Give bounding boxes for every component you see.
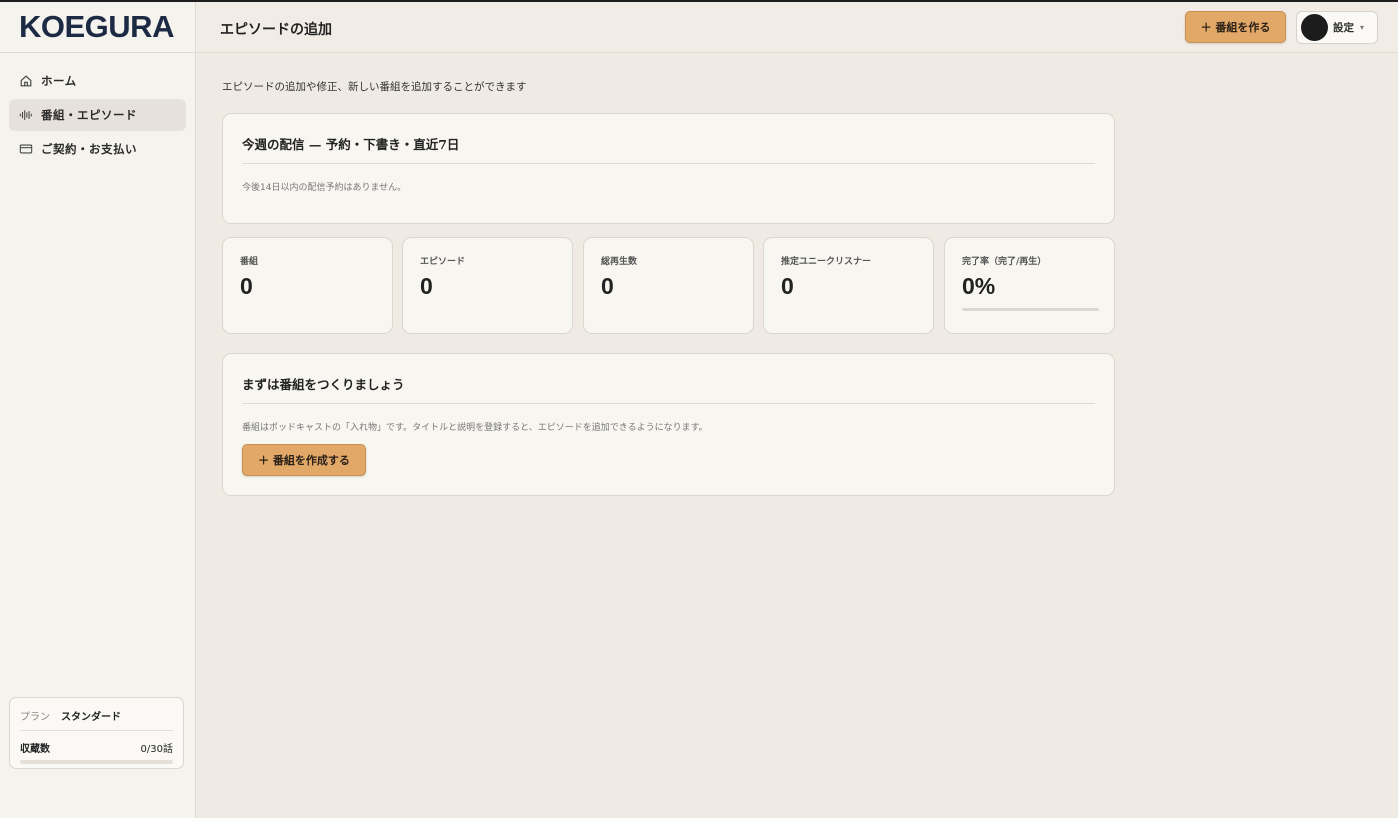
plan-card: プラン スタンダード 収蔵数 0/30話 [9, 697, 184, 769]
waveform-icon [19, 110, 32, 120]
storage-row: 収蔵数 0/30話 [20, 740, 173, 755]
getting-started-title: まずは番組をつくりましょう [242, 354, 1095, 404]
create-program-cta-button[interactable]: ＋ 番組を作成する [242, 444, 366, 476]
settings-label: 設定 [1333, 22, 1354, 34]
plan-row: プラン スタンダード [20, 708, 173, 731]
logo[interactable]: KOEGURA [19, 9, 174, 45]
stat-card-programs: 番組 0 [222, 237, 393, 334]
storage-progress-bar [20, 760, 173, 764]
stat-value: 0 [601, 273, 614, 299]
settings-menu-button[interactable]: 設定 ▾ [1296, 11, 1378, 44]
sidebar-item-label: ホーム [41, 74, 77, 88]
credit-card-icon [19, 144, 33, 154]
weekly-schedule-empty-note: 今後14日以内の配信予約はありません。 [242, 183, 407, 193]
stat-label: 完了率（完了/再生） [962, 257, 1047, 267]
chevron-down-icon: ▾ [1360, 23, 1365, 32]
stat-card-unique-listeners: 推定ユニークリスナー 0 [763, 237, 934, 334]
avatar [1301, 14, 1328, 41]
stat-card-completion-rate: 完了率（完了/再生） 0% [944, 237, 1115, 334]
sidebar-item-home[interactable]: ホーム [9, 65, 186, 97]
sidebar-item-programs-episodes[interactable]: 番組・エピソード [9, 99, 186, 131]
storage-value: 0/30話 [140, 744, 173, 755]
stat-label: 総再生数 [601, 257, 638, 267]
plan-value: スタンダード [61, 712, 121, 723]
stats-row: 番組 0 エピソード 0 総再生数 0 推定ユニークリスナー 0 完了率（完了/… [222, 237, 1115, 335]
logo-area: KOEGURA [0, 2, 195, 53]
completion-progress-bar [962, 308, 1099, 311]
create-program-button[interactable]: ＋ 番組を作る [1185, 11, 1286, 43]
home-icon [20, 75, 32, 87]
stat-label: エピソード [420, 257, 466, 267]
sidebar-item-billing[interactable]: ご契約・お支払い [9, 133, 186, 165]
sidebar: KOEGURA ホーム 番組・エピソード ご契約・お支払い プラン スタンダード… [0, 2, 196, 818]
intro-text: エピソードの追加や修正、新しい番組を追加することができます [222, 81, 527, 93]
stat-card-total-plays: 総再生数 0 [583, 237, 754, 334]
plan-label: プラン [20, 712, 50, 723]
sidebar-nav: ホーム 番組・エピソード ご契約・お支払い [0, 53, 195, 165]
stat-label: 推定ユニークリスナー [781, 257, 872, 267]
stat-value: 0% [962, 273, 996, 299]
stat-card-episodes: エピソード 0 [402, 237, 573, 334]
getting-started-card: まずは番組をつくりましょう 番組はポッドキャストの「入れ物」です。タイトルと説明… [222, 353, 1115, 496]
sidebar-item-label: 番組・エピソード [41, 108, 137, 122]
stat-value: 0 [240, 273, 253, 299]
stat-label: 番組 [240, 257, 259, 267]
page-title: エピソードの追加 [220, 22, 332, 38]
stat-value: 0 [781, 273, 794, 299]
sidebar-item-label: ご契約・お支払い [41, 142, 137, 156]
weekly-schedule-card: 今週の配信 — 予約・下書き・直近7日 今後14日以内の配信予約はありません。 [222, 113, 1115, 224]
stat-value: 0 [420, 273, 433, 299]
weekly-schedule-title: 今週の配信 — 予約・下書き・直近7日 [242, 114, 1095, 164]
storage-label: 収蔵数 [20, 744, 50, 755]
header: エピソードの追加 ＋ 番組を作る 設定 ▾ [196, 2, 1398, 53]
getting-started-description: 番組はポッドキャストの「入れ物」です。タイトルと説明を登録すると、エピソードを追… [242, 423, 708, 433]
